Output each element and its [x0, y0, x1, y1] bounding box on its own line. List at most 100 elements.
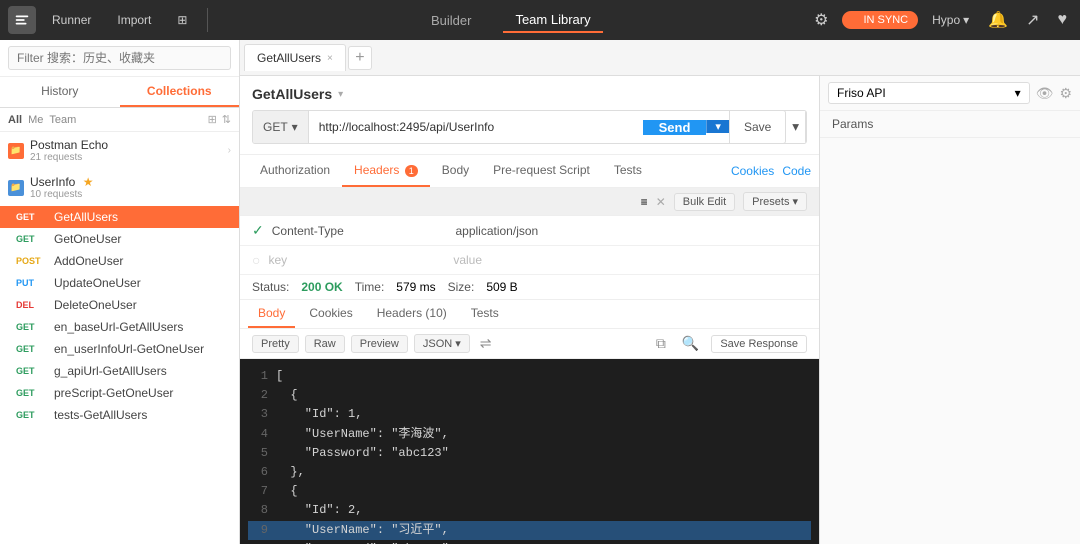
header-value-empty[interactable]: value [453, 253, 807, 267]
gear-icon[interactable]: ⚙ [1059, 85, 1072, 102]
env-select[interactable]: Friso API ▾ [828, 82, 1030, 104]
url-send-group: Send ▾ [643, 120, 729, 135]
format-json-button[interactable]: JSON ▾ [414, 334, 470, 353]
header-value: application/json [455, 224, 807, 238]
filter-me[interactable]: Me [28, 114, 43, 126]
request-name: DeleteOneUser [54, 298, 137, 312]
request-title-arrow-icon: ▾ [338, 89, 343, 100]
format-pretty-button[interactable]: Pretty [252, 335, 299, 353]
send-arrow-button[interactable]: ▾ [706, 120, 729, 133]
tab-item-getallusers[interactable]: GetAllUsers × [244, 44, 346, 71]
sidebar-filter-icons: ⊞ ⇅ [208, 113, 231, 126]
presets-button[interactable]: Presets ▾ [743, 192, 807, 211]
toolbar-center: Builder Team Library [218, 8, 803, 33]
right-pane: Friso API ▾ 👁 ⚙ Params [820, 76, 1080, 544]
sync-button[interactable]: IN SYNC [842, 11, 919, 29]
filter-all[interactable]: All [8, 114, 22, 126]
request-name: en_userInfoUrl-GetOneUser [54, 342, 204, 356]
save-response-button[interactable]: Save Response [711, 335, 807, 353]
toolbar-divider [207, 8, 208, 32]
copy-icon[interactable]: ⧉ [652, 333, 670, 354]
request-item-en_userinfourl-getoneuser[interactable]: GETen_userInfoUrl-GetOneUser [0, 338, 239, 360]
req-tab-headers[interactable]: Headers 1 [342, 155, 430, 187]
notification-icon[interactable]: 🔔 [983, 7, 1013, 33]
tab-add-button[interactable]: + [348, 46, 372, 70]
request-item-getoneuser[interactable]: GETGetOneUser [0, 228, 239, 250]
bulk-edit-button[interactable]: Bulk Edit [674, 193, 735, 211]
line-content: "Id": 2, [276, 501, 362, 520]
eye-icon[interactable]: 👁 [1036, 85, 1054, 102]
resp-toolbar-right: ⧉ 🔍 Save Response [652, 333, 807, 354]
cookies-link[interactable]: Cookies [731, 164, 774, 178]
request-item-tests-getallusers[interactable]: GETtests-GetAllUsers [0, 404, 239, 426]
request-item-updateoneuser[interactable]: PUTUpdateOneUser [0, 272, 239, 294]
search-input[interactable] [8, 46, 231, 70]
code-link[interactable]: Code [782, 164, 811, 178]
tab-history[interactable]: History [0, 77, 120, 107]
line-content: "Password": "abc456" [276, 540, 449, 544]
req-tab-body[interactable]: Body [430, 155, 481, 187]
size-label: Size: [448, 280, 475, 294]
req-tab-prerequest[interactable]: Pre-request Script [481, 155, 602, 187]
code-line: 2 { [248, 386, 811, 405]
code-view: 1[2 {3 "Id": 1,4 "UserName": "李海波",5 "Pa… [240, 359, 819, 544]
method-badge: GET [16, 410, 48, 420]
line-number: 2 [248, 386, 276, 405]
request-item-prescript-getoneuser[interactable]: GETpreScript-GetOneUser [0, 382, 239, 404]
tab-team-library[interactable]: Team Library [503, 8, 602, 33]
request-title: GetAllUsers [252, 86, 332, 102]
save-button[interactable]: Save [729, 110, 786, 144]
format-raw-button[interactable]: Raw [305, 335, 345, 353]
line-content: { [276, 482, 298, 501]
request-name: g_apiUrl-GetAllUsers [54, 364, 167, 378]
request-item-deleteoneuser[interactable]: DELDeleteOneUser [0, 294, 239, 316]
new-collection-icon[interactable]: ⊞ [208, 113, 217, 126]
resp-tab-tests[interactable]: Tests [461, 300, 509, 328]
header-key-empty[interactable]: key [268, 253, 445, 267]
response-status-bar: Status: 200 OK Time: 579 ms Size: 509 B [240, 275, 819, 300]
resp-tab-cookies[interactable]: Cookies [299, 300, 362, 328]
collection-meta-userinfo: 10 requests [30, 189, 231, 200]
collection-meta: 21 requests [30, 152, 222, 163]
collection-item-userinfo[interactable]: 📁 UserInfo ★ 10 requests [0, 169, 239, 206]
collection-item-postman-echo[interactable]: 📁 Postman Echo 21 requests › [0, 132, 239, 169]
runner-button[interactable]: Runner [42, 9, 101, 31]
method-badge: GET [16, 322, 48, 332]
search-icon[interactable]: 🔍 [678, 333, 703, 354]
method-select[interactable]: GET ▾ [253, 111, 309, 143]
tab-builder[interactable]: Builder [419, 8, 483, 33]
heart-icon[interactable]: ♥ [1053, 8, 1073, 32]
format-preview-button[interactable]: Preview [351, 335, 408, 353]
tab-label: GetAllUsers [257, 51, 321, 65]
app-logo [8, 6, 36, 34]
method-badge: GET [16, 212, 48, 222]
method-chevron-icon: ▾ [292, 120, 298, 134]
request-item-addoneuser[interactable]: POSTAddOneUser [0, 250, 239, 272]
req-tab-tests[interactable]: Tests [602, 155, 654, 187]
user-button[interactable]: Hypo ▾ [926, 10, 975, 30]
resp-tab-body[interactable]: Body [248, 300, 295, 328]
filter-team[interactable]: Team [49, 114, 76, 126]
share-icon[interactable]: ↗ [1021, 7, 1044, 33]
delete-icon[interactable]: ✕ [656, 195, 666, 209]
url-input[interactable] [309, 120, 643, 134]
request-item-en_baseurl-getallusers[interactable]: GETen_baseUrl-GetAllUsers [0, 316, 239, 338]
tab-close-icon[interactable]: × [327, 53, 333, 64]
time-label: Time: [355, 280, 385, 294]
cookies-code-links: Cookies Code [731, 164, 811, 178]
tab-collections[interactable]: Collections [120, 77, 240, 107]
line-number: 1 [248, 367, 276, 386]
send-button[interactable]: Send [643, 120, 707, 135]
save-arrow-button[interactable]: ▾ [786, 110, 806, 144]
request-item-g_apiurl-getallusers[interactable]: GETg_apiUrl-GetAllUsers [0, 360, 239, 382]
tab-bar: GetAllUsers × + [240, 40, 1080, 76]
new-window-button[interactable]: ⊞ [167, 9, 197, 31]
resp-tab-headers[interactable]: Headers (10) [367, 300, 457, 328]
settings-icon[interactable]: ⚙ [809, 7, 833, 33]
req-tab-authorization[interactable]: Authorization [248, 155, 342, 187]
headers-row-empty: ○ key value [240, 246, 819, 275]
sort-icon[interactable]: ⇅ [222, 113, 231, 126]
import-button[interactable]: Import [107, 9, 161, 31]
request-item-getallusers[interactable]: GETGetAllUsers [0, 206, 239, 228]
wrap-icon[interactable]: ⇌ [476, 333, 496, 354]
